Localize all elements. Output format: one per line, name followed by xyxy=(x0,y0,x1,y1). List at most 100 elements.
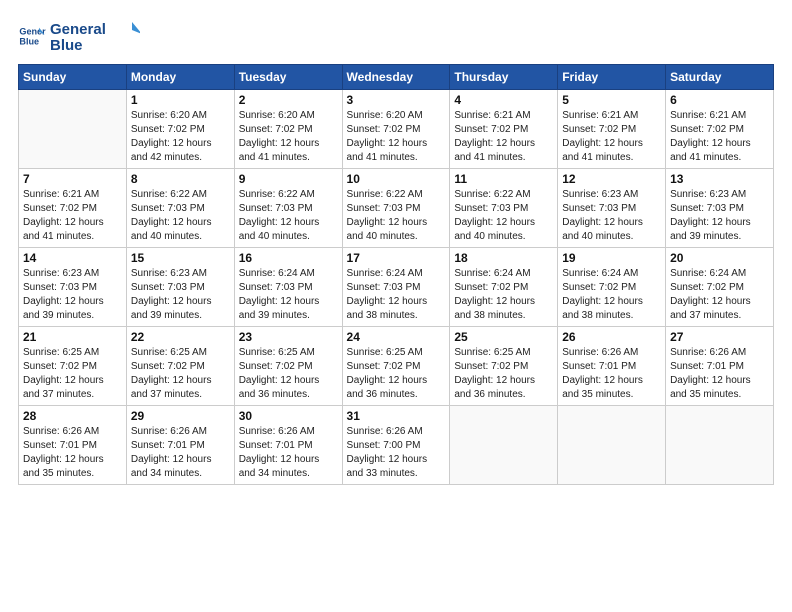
day-info: Sunrise: 6:26 AM Sunset: 7:01 PM Dayligh… xyxy=(670,346,769,402)
day-info: Sunrise: 6:26 AM Sunset: 7:01 PM Dayligh… xyxy=(23,425,122,481)
day-number: 27 xyxy=(670,330,769,344)
day-info: Sunrise: 6:22 AM Sunset: 7:03 PM Dayligh… xyxy=(454,188,553,244)
day-info: Sunrise: 6:26 AM Sunset: 7:01 PM Dayligh… xyxy=(239,425,338,481)
day-number: 22 xyxy=(131,330,230,344)
day-number: 20 xyxy=(670,251,769,265)
weekday-header-wednesday: Wednesday xyxy=(342,65,450,90)
day-number: 30 xyxy=(239,409,338,423)
svg-text:Blue: Blue xyxy=(50,37,83,54)
logo-svg: General Blue xyxy=(50,18,140,54)
day-number: 14 xyxy=(23,251,122,265)
calendar-cell: 29Sunrise: 6:26 AM Sunset: 7:01 PM Dayli… xyxy=(126,406,234,485)
day-info: Sunrise: 6:20 AM Sunset: 7:02 PM Dayligh… xyxy=(131,109,230,165)
weekday-header-row: SundayMondayTuesdayWednesdayThursdayFrid… xyxy=(19,65,774,90)
day-info: Sunrise: 6:21 AM Sunset: 7:02 PM Dayligh… xyxy=(23,188,122,244)
calendar-week-1: 1 Sunrise: 6:20 AM Sunset: 7:02 PM Daylig… xyxy=(19,90,774,169)
weekday-header-thursday: Thursday xyxy=(450,65,558,90)
day-info: Sunrise: 6:22 AM Sunset: 7:03 PM Dayligh… xyxy=(131,188,230,244)
calendar-cell: 22 Sunrise: 6:25 AM Sunset: 7:02 PM Dayli… xyxy=(126,327,234,406)
calendar-cell: 24Sunrise: 6:25 AM Sunset: 7:02 PM Dayli… xyxy=(342,327,450,406)
day-number: 4 xyxy=(454,93,553,107)
calendar-cell: 13 Sunrise: 6:23 AM Sunset: 7:03 PM Dayli… xyxy=(666,169,774,248)
calendar-cell: 23Sunrise: 6:25 AM Sunset: 7:02 PM Dayli… xyxy=(234,327,342,406)
day-info: Sunrise: 6:21 AM Sunset: 7:02 PM Dayligh… xyxy=(454,109,553,165)
day-number: 18 xyxy=(454,251,553,265)
logo-icon: General Blue xyxy=(18,22,46,50)
day-number: 13 xyxy=(670,172,769,186)
day-number: 24 xyxy=(347,330,446,344)
day-number: 28 xyxy=(23,409,122,423)
calendar-cell xyxy=(666,406,774,485)
weekday-header-tuesday: Tuesday xyxy=(234,65,342,90)
calendar-cell: 26Sunrise: 6:26 AM Sunset: 7:01 PM Dayli… xyxy=(558,327,666,406)
calendar-cell: 27 Sunrise: 6:26 AM Sunset: 7:01 PM Dayli… xyxy=(666,327,774,406)
day-info: Sunrise: 6:25 AM Sunset: 7:02 PM Dayligh… xyxy=(454,346,553,402)
calendar-cell: 14 Sunrise: 6:23 AM Sunset: 7:03 PM Dayli… xyxy=(19,248,127,327)
svg-text:General: General xyxy=(50,21,106,38)
day-number: 12 xyxy=(562,172,661,186)
calendar-week-5: 28 Sunrise: 6:26 AM Sunset: 7:01 PM Dayli… xyxy=(19,406,774,485)
day-number: 21 xyxy=(23,330,122,344)
calendar-cell: 3Sunrise: 6:20 AM Sunset: 7:02 PM Daylig… xyxy=(342,90,450,169)
calendar-cell: 1 Sunrise: 6:20 AM Sunset: 7:02 PM Daylig… xyxy=(126,90,234,169)
day-info: Sunrise: 6:21 AM Sunset: 7:02 PM Dayligh… xyxy=(670,109,769,165)
day-number: 10 xyxy=(347,172,446,186)
calendar-table: SundayMondayTuesdayWednesdayThursdayFrid… xyxy=(18,64,774,485)
day-info: Sunrise: 6:24 AM Sunset: 7:02 PM Dayligh… xyxy=(562,267,661,323)
day-number: 6 xyxy=(670,93,769,107)
day-info: Sunrise: 6:24 AM Sunset: 7:02 PM Dayligh… xyxy=(454,267,553,323)
day-info: Sunrise: 6:25 AM Sunset: 7:02 PM Dayligh… xyxy=(131,346,230,402)
day-info: Sunrise: 6:23 AM Sunset: 7:03 PM Dayligh… xyxy=(562,188,661,244)
day-info: Sunrise: 6:22 AM Sunset: 7:03 PM Dayligh… xyxy=(239,188,338,244)
day-info: Sunrise: 6:21 AM Sunset: 7:02 PM Dayligh… xyxy=(562,109,661,165)
calendar-cell: 28 Sunrise: 6:26 AM Sunset: 7:01 PM Dayli… xyxy=(19,406,127,485)
calendar-cell: 20 Sunrise: 6:24 AM Sunset: 7:02 PM Dayli… xyxy=(666,248,774,327)
calendar-cell: 18 Sunrise: 6:24 AM Sunset: 7:02 PM Dayli… xyxy=(450,248,558,327)
day-info: Sunrise: 6:25 AM Sunset: 7:02 PM Dayligh… xyxy=(239,346,338,402)
day-number: 7 xyxy=(23,172,122,186)
day-info: Sunrise: 6:24 AM Sunset: 7:03 PM Dayligh… xyxy=(239,267,338,323)
weekday-header-saturday: Saturday xyxy=(666,65,774,90)
calendar-cell xyxy=(558,406,666,485)
calendar-cell: 7 Sunrise: 6:21 AM Sunset: 7:02 PM Daylig… xyxy=(19,169,127,248)
day-number: 9 xyxy=(239,172,338,186)
day-info: Sunrise: 6:23 AM Sunset: 7:03 PM Dayligh… xyxy=(23,267,122,323)
day-number: 5 xyxy=(562,93,661,107)
day-number: 19 xyxy=(562,251,661,265)
weekday-header-monday: Monday xyxy=(126,65,234,90)
day-number: 16 xyxy=(239,251,338,265)
calendar-cell: 31Sunrise: 6:26 AM Sunset: 7:00 PM Dayli… xyxy=(342,406,450,485)
day-info: Sunrise: 6:24 AM Sunset: 7:02 PM Dayligh… xyxy=(670,267,769,323)
calendar-cell: 9 Sunrise: 6:22 AM Sunset: 7:03 PM Daylig… xyxy=(234,169,342,248)
svg-text:Blue: Blue xyxy=(19,36,39,46)
header: General Blue General Blue xyxy=(18,18,774,54)
day-info: Sunrise: 6:22 AM Sunset: 7:03 PM Dayligh… xyxy=(347,188,446,244)
calendar-cell: 8 Sunrise: 6:22 AM Sunset: 7:03 PM Daylig… xyxy=(126,169,234,248)
calendar-cell: 25Sunrise: 6:25 AM Sunset: 7:02 PM Dayli… xyxy=(450,327,558,406)
day-info: Sunrise: 6:26 AM Sunset: 7:01 PM Dayligh… xyxy=(562,346,661,402)
calendar-cell: 21 Sunrise: 6:25 AM Sunset: 7:02 PM Dayli… xyxy=(19,327,127,406)
day-info: Sunrise: 6:26 AM Sunset: 7:01 PM Dayligh… xyxy=(131,425,230,481)
day-number: 1 xyxy=(131,93,230,107)
calendar-cell: 19 Sunrise: 6:24 AM Sunset: 7:02 PM Dayli… xyxy=(558,248,666,327)
day-number: 17 xyxy=(347,251,446,265)
day-info: Sunrise: 6:25 AM Sunset: 7:02 PM Dayligh… xyxy=(23,346,122,402)
calendar-cell: 6 Sunrise: 6:21 AM Sunset: 7:02 PM Daylig… xyxy=(666,90,774,169)
day-info: Sunrise: 6:20 AM Sunset: 7:02 PM Dayligh… xyxy=(239,109,338,165)
weekday-header-friday: Friday xyxy=(558,65,666,90)
calendar-cell: 30 Sunrise: 6:26 AM Sunset: 7:01 PM Dayli… xyxy=(234,406,342,485)
day-info: Sunrise: 6:23 AM Sunset: 7:03 PM Dayligh… xyxy=(670,188,769,244)
day-number: 11 xyxy=(454,172,553,186)
day-number: 15 xyxy=(131,251,230,265)
calendar-cell: 12 Sunrise: 6:23 AM Sunset: 7:03 PM Dayli… xyxy=(558,169,666,248)
calendar-cell: 5 Sunrise: 6:21 AM Sunset: 7:02 PM Daylig… xyxy=(558,90,666,169)
day-number: 8 xyxy=(131,172,230,186)
logo: General Blue General Blue xyxy=(18,18,140,54)
calendar-cell xyxy=(450,406,558,485)
day-number: 2 xyxy=(239,93,338,107)
calendar-cell: 11 Sunrise: 6:22 AM Sunset: 7:03 PM Dayli… xyxy=(450,169,558,248)
day-number: 3 xyxy=(347,93,446,107)
day-info: Sunrise: 6:24 AM Sunset: 7:03 PM Dayligh… xyxy=(347,267,446,323)
page: General Blue General Blue SundayMondayTu… xyxy=(0,0,792,612)
day-info: Sunrise: 6:26 AM Sunset: 7:00 PM Dayligh… xyxy=(347,425,446,481)
